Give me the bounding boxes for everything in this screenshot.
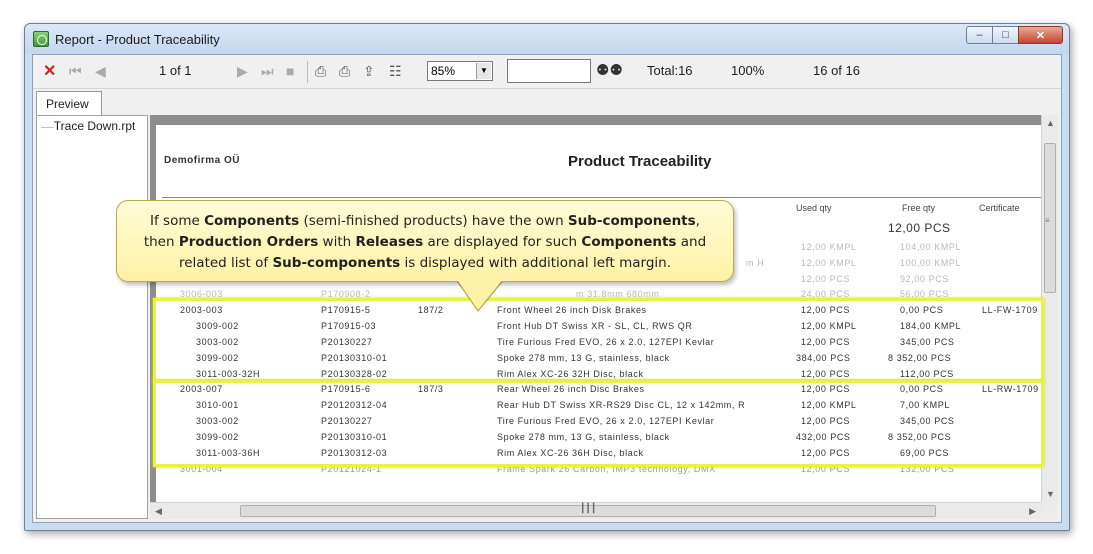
previous-page-icon[interactable]: ◀ bbox=[95, 63, 106, 80]
column-header-certificate: Certificate bbox=[979, 203, 1020, 213]
report-toolbar: ✕ ⏮ ◀ 1 of 1 ▶ ⏭ ■ ⎙ ⎙ ⇪ ☷ 85% ▼ ⚉⚉ Tota… bbox=[33, 55, 1061, 89]
header-divider bbox=[162, 197, 1042, 198]
page-indicator: 1 of 1 bbox=[159, 63, 192, 78]
stop-icon[interactable]: ■ bbox=[286, 63, 294, 79]
report-title: Product Traceability bbox=[568, 153, 712, 170]
horizontal-scrollbar[interactable]: ◀ ┃┃┃ ▶ bbox=[150, 502, 1041, 519]
tree-item-trace-down[interactable]: Trace Down.rpt bbox=[41, 119, 136, 133]
company-name: Demofirma OÜ bbox=[164, 155, 241, 166]
highlight-box-front-wheel bbox=[153, 298, 1044, 382]
maximize-button[interactable]: □ bbox=[992, 26, 1019, 44]
callout-line-3: related list of Sub-components is displa… bbox=[178, 255, 672, 271]
chevron-down-icon[interactable]: ▼ bbox=[476, 63, 491, 79]
callout-tail bbox=[456, 278, 504, 310]
record-count: 16 of 16 bbox=[813, 63, 860, 78]
column-header-used-qty: Used qty bbox=[796, 203, 832, 213]
print-icon[interactable]: ⎙ bbox=[315, 63, 326, 80]
app-icon bbox=[33, 31, 49, 47]
print-setup-icon[interactable]: ⎙ bbox=[339, 63, 350, 80]
scroll-left-icon[interactable]: ◀ bbox=[155, 506, 162, 517]
tab-preview[interactable]: Preview bbox=[36, 91, 102, 116]
scroll-right-icon[interactable]: ▶ bbox=[1029, 506, 1036, 517]
export-icon[interactable]: ⇪ bbox=[363, 63, 375, 80]
window-controls: – □ ✕ bbox=[966, 26, 1063, 44]
scroll-grip-icon: ┃┃┃ bbox=[580, 503, 597, 513]
scroll-down-icon[interactable]: ▼ bbox=[1046, 489, 1055, 499]
first-page-icon[interactable]: ⏮ bbox=[69, 63, 82, 80]
next-page-icon[interactable]: ▶ bbox=[237, 63, 248, 80]
callout-line-2: then Production Orders with Releases are… bbox=[143, 234, 707, 250]
column-header-free-qty: Free qty bbox=[902, 203, 936, 213]
group-tree-icon[interactable]: ☷ bbox=[389, 63, 402, 80]
window-title: Report - Product Traceability bbox=[55, 32, 220, 47]
explanation-callout: If some Components (semi-finished produc… bbox=[116, 200, 734, 282]
resize-grip bbox=[1041, 502, 1058, 519]
highlight-box-rear-wheel bbox=[153, 380, 1044, 467]
scroll-up-icon[interactable]: ▲ bbox=[1046, 118, 1055, 128]
close-report-icon[interactable]: ✕ bbox=[43, 61, 56, 81]
search-binoculars-icon[interactable]: ⚉⚉ bbox=[596, 61, 623, 79]
zoom-select[interactable]: 85% ▼ bbox=[427, 61, 493, 81]
zoom-percent: 100% bbox=[731, 63, 765, 78]
search-input[interactable] bbox=[507, 59, 591, 83]
scroll-grip-icon: ≡ bbox=[1045, 216, 1050, 225]
total-count: Total:16 bbox=[647, 63, 693, 78]
last-page-icon[interactable]: ⏭ bbox=[261, 63, 274, 80]
minimize-button[interactable]: – bbox=[966, 26, 993, 44]
title-bar[interactable]: Report - Product Traceability – □ ✕ bbox=[25, 24, 1069, 54]
callout-line-1: If some Components (semi-finished produc… bbox=[150, 213, 700, 229]
zoom-value: 85% bbox=[431, 64, 456, 78]
toolbar-separator bbox=[307, 61, 308, 83]
free-qty-value: 12,00 PCS bbox=[888, 221, 951, 235]
tab-bar: Preview bbox=[33, 89, 1061, 116]
close-button[interactable]: ✕ bbox=[1018, 26, 1063, 44]
group-tree: Trace Down.rpt bbox=[36, 115, 148, 519]
